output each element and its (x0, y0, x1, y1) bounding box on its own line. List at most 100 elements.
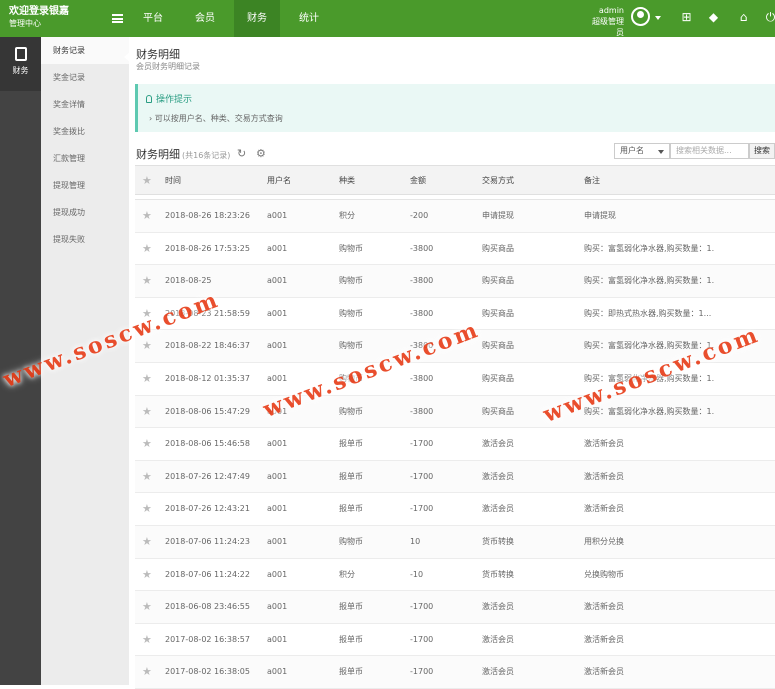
star-icon[interactable]: ★ (142, 265, 152, 297)
home-icon[interactable]: ⌂ (737, 11, 750, 24)
table-row[interactable]: ★ 2018-08-26 17:53:25 a001 购物币 -3800 购买商品 购买：富… (135, 233, 775, 266)
table-row[interactable]: ★ 2018-06-08 23:46:55 a001 报单币 -1700 激活会员 激活新会… (135, 591, 775, 624)
lightbulb-icon (146, 95, 152, 103)
cell-mode: 激活会员 (482, 602, 514, 612)
submenu-item-withdraw-failed[interactable]: 提现失败 (41, 226, 129, 253)
star-icon[interactable]: ★ (142, 233, 152, 265)
cell-mode: 购买商品 (482, 341, 514, 351)
chevron-down-icon[interactable] (655, 16, 661, 20)
nav-item-finance[interactable]: 财务 (234, 0, 280, 37)
search-button[interactable]: 搜索 (749, 143, 775, 159)
nav-item-platform[interactable]: 平台 (130, 0, 176, 37)
top-nav: 平台 会员 财务 统计 (130, 0, 338, 37)
cell-mode: 货币转换 (482, 569, 514, 579)
column-header-mode[interactable]: 交易方式 (482, 166, 514, 195)
star-icon[interactable]: ★ (142, 330, 152, 362)
cell-note: 激活新会员 (584, 439, 624, 449)
column-header-user[interactable]: 用户名 (267, 166, 291, 195)
gear-icon[interactable]: ⚙ (256, 147, 266, 160)
cell-user: a001 (267, 308, 288, 318)
search-field-select[interactable]: 用户名 (614, 143, 670, 159)
star-icon[interactable]: ★ (142, 656, 152, 688)
table-row[interactable]: ★ 2018-07-06 11:24:23 a001 购物币 10 货币转换 用积分兑换 (135, 525, 775, 559)
cell-mode: 货币转换 (482, 536, 514, 546)
cell-type: 购物币 (339, 341, 363, 351)
sidebar-item-finance[interactable]: 财务 (0, 37, 41, 91)
star-icon[interactable]: ★ (142, 461, 152, 493)
table-row[interactable]: ★ 2018-07-26 12:43:21 a001 报单币 -1700 激活会员 激活新会… (135, 493, 775, 526)
cell-type: 购物币 (339, 536, 363, 546)
user-info[interactable]: admin 超级管理员 (588, 5, 624, 38)
menu-toggle-icon[interactable] (112, 14, 123, 23)
brand: 欢迎登录银嘉 管理中心 (9, 6, 69, 30)
submenu-item-bonus-records[interactable]: 奖金记录 (41, 64, 129, 91)
column-header-time[interactable]: 时间 (165, 166, 181, 195)
cell-time: 2018-08-23 21:58:59 (165, 308, 250, 318)
star-icon[interactable]: ★ (142, 559, 152, 591)
cell-note: 购买：富氢弱化净水器,购买数量：1... (584, 276, 714, 286)
nav-item-member[interactable]: 会员 (182, 0, 228, 37)
table-row[interactable]: ★ 2017-08-02 16:38:57 a001 报单币 -1700 激活会员 激活新会… (135, 624, 775, 657)
cell-note: 购买：即热式热水器,购买数量：1... (584, 308, 712, 318)
cell-note: 激活新会员 (584, 634, 624, 644)
cell-amount: -3800 (410, 341, 434, 351)
cell-note: 购买：富氢弱化净水器,购买数量：1... (584, 341, 714, 351)
table-row[interactable]: ★ 2018-08-25 a001 购物币 -3800 购买商品 购买：富氢弱化净水器,购买… (135, 265, 775, 298)
table-row[interactable]: ★ 2018-07-26 12:47:49 a001 报单币 -1700 激活会员 激活新会… (135, 460, 775, 494)
submenu-item-withdraw-success[interactable]: 提现成功 (41, 199, 129, 226)
submenu-item-bonus-details[interactable]: 奖金详情 (41, 91, 129, 118)
cell-amount: 10 (410, 536, 421, 546)
star-icon[interactable]: ★ (142, 624, 152, 656)
cell-time: 2018-08-06 15:46:58 (165, 439, 250, 449)
star-icon[interactable]: ★ (142, 166, 152, 195)
cell-user: a001 (267, 373, 288, 383)
star-icon[interactable]: ★ (142, 298, 152, 330)
cell-time: 2018-08-25 (165, 276, 212, 286)
cell-amount: -1700 (410, 602, 434, 612)
sitemap-icon[interactable]: ⊞ (680, 11, 693, 24)
tip-text-content: 可以按用户名、种类、交易方式查询 (154, 114, 283, 123)
table-row[interactable]: ★ 2018-08-12 01:35:37 a001 购物币 -3800 购买商品 购买：富… (135, 363, 775, 396)
star-icon[interactable]: ★ (142, 200, 152, 232)
tip-text: › 可以按用户名、种类、交易方式查询 (149, 114, 283, 123)
column-header-type[interactable]: 种类 (339, 166, 355, 195)
search-input[interactable]: 搜索相关数据... (670, 143, 749, 159)
table-row[interactable]: ★ 2018-08-22 18:46:37 a001 购物币 -3800 购买商品 购买：富… (135, 330, 775, 363)
cell-note: 申请提现 (584, 211, 616, 220)
page-title: 财务明细 (136, 48, 180, 61)
table-row[interactable]: ★ 2018-08-23 21:58:59 a001 购物币 -3800 购买商品 购买：即… (135, 298, 775, 331)
cell-type: 报单币 (339, 439, 363, 449)
table-row[interactable]: ★ 2018-08-06 15:47:29 a001 购物币 -3800 购买商品 购买：富… (135, 395, 775, 429)
cell-time: 2017-08-02 16:38:57 (165, 634, 250, 644)
table-row[interactable]: ★ 2018-07-06 11:24:22 a001 积分 -10 货币转换 兑换购物币 (135, 559, 775, 592)
list-title: 财务明细 (共16条记录) (136, 146, 230, 162)
paint-bucket-icon[interactable]: ◆ (707, 11, 720, 24)
submenu-item-remittance[interactable]: 汇款管理 (41, 145, 129, 172)
nav-item-stats[interactable]: 统计 (286, 0, 332, 37)
sidebar-item-label: 财务 (12, 66, 29, 75)
avatar[interactable] (631, 7, 650, 26)
star-icon[interactable]: ★ (142, 526, 152, 558)
cell-type: 报单币 (339, 634, 363, 644)
brand-title: 欢迎登录银嘉 (9, 6, 69, 17)
star-icon[interactable]: ★ (142, 493, 152, 525)
refresh-icon[interactable]: ↻ (237, 147, 246, 160)
table-row[interactable]: ★ 2018-08-26 18:23:26 a001 积分 -200 申请提现 申请提现 (135, 200, 775, 233)
star-icon[interactable]: ★ (142, 428, 152, 460)
table-row[interactable]: ★ 2017-08-02 16:38:05 a001 报单币 -1700 激活会员 激活新会… (135, 656, 775, 689)
table-row[interactable]: ★ 2018-08-06 15:46:58 a001 报单币 -1700 激活会员 激活新会… (135, 428, 775, 461)
star-icon[interactable]: ★ (142, 363, 152, 395)
brand-subtitle: 管理中心 (9, 19, 41, 28)
submenu-item-withdraw-manage[interactable]: 提现管理 (41, 172, 129, 199)
cell-amount: -1700 (410, 667, 434, 677)
star-icon[interactable]: ★ (142, 396, 152, 428)
submenu-item-bonus-ratio[interactable]: 奖金拨比 (41, 118, 129, 145)
cell-note: 购买：富氢弱化净水器,购买数量：1... (584, 243, 714, 253)
submenu: 财务记录 奖金记录 奖金详情 奖金拨比 汇款管理 提现管理 提现成功 提现失败 (41, 37, 129, 685)
power-icon[interactable]: ⏻ (764, 11, 775, 24)
star-icon[interactable]: ★ (142, 591, 152, 623)
column-header-amount[interactable]: 金额 (410, 166, 426, 195)
column-header-note[interactable]: 备注 (584, 166, 714, 195)
submenu-item-finance-records[interactable]: 财务记录 (41, 37, 129, 64)
cell-time: 2018-08-06 15:47:29 (165, 406, 250, 416)
